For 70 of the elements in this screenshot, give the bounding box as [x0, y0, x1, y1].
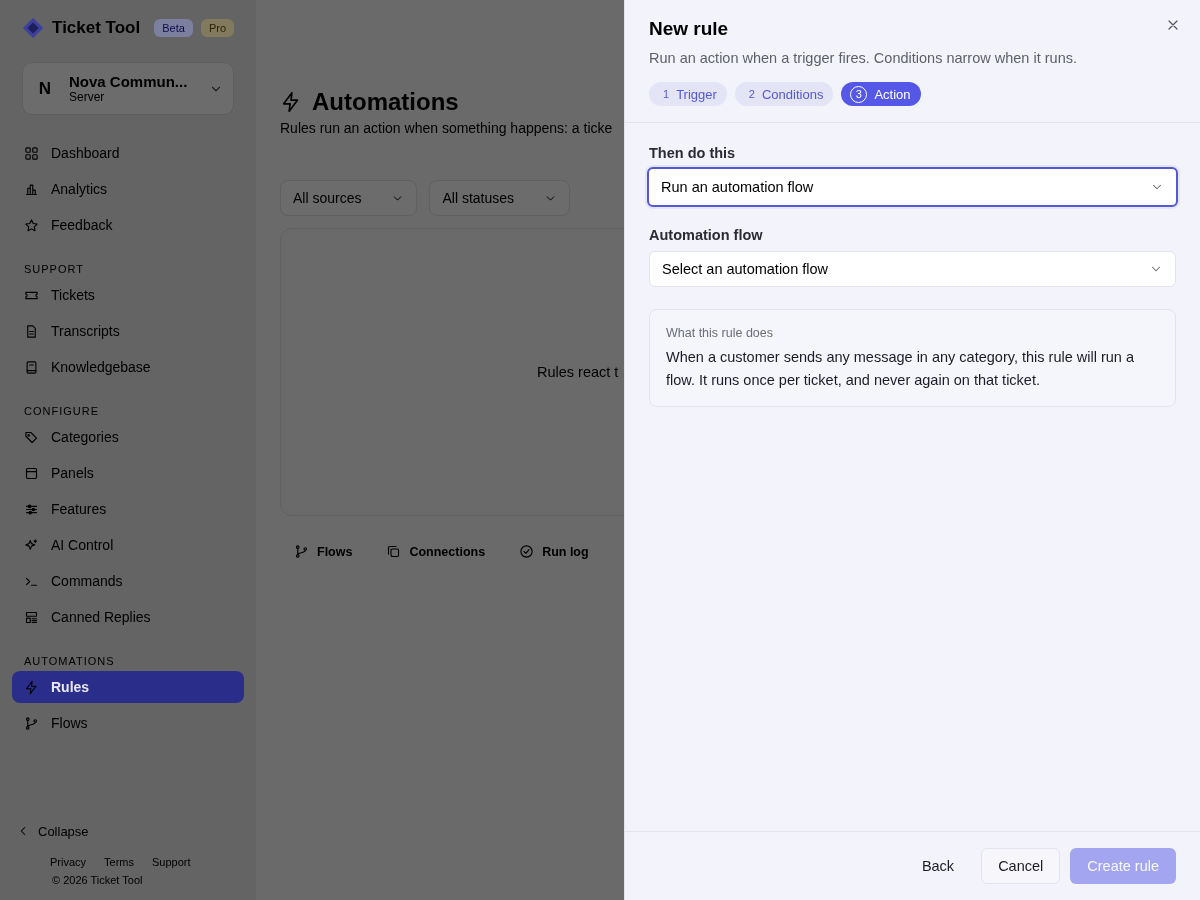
bar-chart-icon	[24, 181, 39, 197]
section-heading: CONFIGURE	[23, 404, 100, 419]
empty-state-text: Rules react t	[537, 364, 619, 380]
step-number: 1	[663, 88, 670, 100]
lightning-icon	[24, 679, 39, 695]
tag-icon	[24, 429, 39, 445]
sidebar-item[interactable]: Knowledgebase	[12, 351, 244, 383]
field-label: Automation flow	[649, 227, 764, 243]
sidebar-item[interactable]: Feedback	[12, 209, 244, 241]
panel-icon	[24, 465, 39, 481]
sidebar-item[interactable]: Flows	[12, 707, 244, 739]
step-tab[interactable]: 2 Conditions	[734, 82, 834, 106]
app-name: Ticket Tool	[52, 18, 141, 38]
summary-text: When a customer sends any message in any category, this rule will run a flow. It runs once per ticket, and never again on that ticket.	[666, 348, 1135, 390]
sparkle-icon	[24, 537, 39, 553]
select-field[interactable]: Select an automation flow	[649, 251, 1176, 287]
server-type: Server	[69, 90, 106, 104]
sidebar-item[interactable]: Panels	[12, 457, 244, 489]
template-icon	[24, 609, 39, 625]
sidebar-item[interactable]: Canned Replies	[12, 601, 244, 633]
document-icon	[24, 323, 39, 339]
footer-link[interactable]: Privacy	[50, 856, 87, 868]
filter-dropdown[interactable]: All statuses	[429, 180, 571, 216]
copy-icon	[386, 544, 402, 559]
branch-icon	[24, 715, 39, 731]
filter-dropdown[interactable]: All sources	[280, 180, 418, 216]
check-circle-icon	[519, 544, 535, 559]
tab[interactable]: Connections	[386, 544, 486, 559]
footer-link[interactable]: Terms	[104, 856, 134, 868]
field-label: Then do this	[649, 145, 737, 161]
step-tab[interactable]: 1 Trigger	[649, 82, 727, 106]
book-icon	[24, 359, 39, 375]
sidebar-item[interactable]: Transcripts	[12, 315, 244, 347]
sidebar-item[interactable]: Analytics	[12, 173, 244, 205]
collapse-button[interactable]: Collapse	[12, 820, 244, 842]
copyright-text: © 2026 Ticket Tool	[51, 873, 144, 888]
branch-icon	[294, 544, 309, 559]
panel-subtitle: Run an action when a trigger fires. Conditions narrow when it runs.	[649, 50, 1077, 66]
sidebar-item[interactable]: Commands	[12, 565, 244, 597]
sidebar-item[interactable]: Features	[12, 493, 244, 525]
page-title: Automations	[312, 88, 459, 116]
server-name: Nova Commun...	[69, 73, 189, 90]
step-label: Trigger	[676, 86, 717, 102]
step-label: Conditions	[761, 86, 824, 102]
tab[interactable]: Run log	[519, 544, 589, 559]
footer-link[interactable]: Support	[152, 856, 191, 868]
server-selector[interactable]: N Nova Commun... Server	[22, 62, 234, 115]
section-heading: SUPPORT	[23, 262, 85, 277]
ticket-logo-icon	[22, 16, 45, 40]
action-button[interactable]: Cancel	[981, 848, 1061, 884]
sidebar-item[interactable]: Dashboard	[12, 137, 244, 169]
summary-title: What this rule does	[666, 326, 774, 340]
plan-badge: Beta	[154, 19, 193, 37]
sidebar-item[interactable]: Rules	[12, 671, 244, 703]
sidebar-item[interactable]: AI Control	[12, 529, 244, 561]
step-number: 2	[748, 88, 755, 100]
action-button[interactable]: Back	[904, 848, 972, 884]
plan-badge: Pro	[200, 19, 234, 37]
grid-icon	[24, 145, 39, 161]
select-field[interactable]: Run an automation flow	[647, 167, 1178, 207]
section-heading: AUTOMATIONS	[23, 654, 116, 669]
step-tab[interactable]: 3 Action	[841, 82, 921, 106]
page-subtitle: Rules run an action when something happens: a ticke	[280, 120, 614, 136]
star-icon	[24, 217, 39, 233]
tab[interactable]: Flows	[294, 544, 353, 559]
panel-title: New rule	[649, 18, 729, 40]
sidebar-item[interactable]: Categories	[12, 421, 244, 453]
sidebar-item[interactable]: Tickets	[12, 279, 244, 311]
server-initial: N	[37, 78, 53, 99]
step-label: Action	[874, 86, 911, 102]
